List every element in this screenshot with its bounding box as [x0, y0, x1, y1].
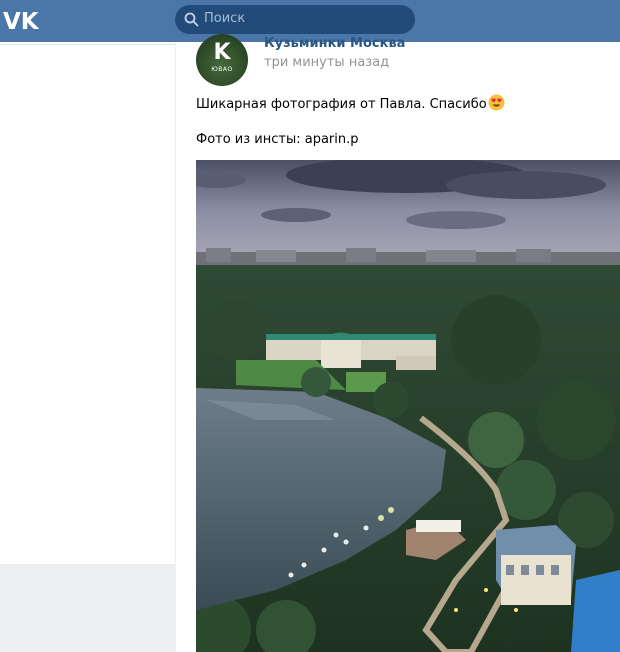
post-photo[interactable] — [196, 160, 620, 652]
search-input[interactable]: Поиск — [175, 5, 415, 34]
left-panel — [0, 42, 176, 652]
search-placeholder: Поиск — [204, 11, 246, 26]
left-panel-content — [0, 42, 175, 564]
wall-post: K ЮВАО Кузьминки Москва три минуты назад… — [176, 34, 620, 652]
post-author-link[interactable]: Кузьминки Москва — [264, 36, 405, 51]
post-text: Шикарная фотография от Павла. Спасибо — [196, 94, 505, 112]
divider — [0, 44, 175, 45]
svg-text:VK: VK — [3, 9, 40, 32]
avatar-letter: K — [213, 40, 231, 65]
heart-eyes-emoji-icon — [488, 94, 505, 111]
avatar-caption: ЮВАО — [211, 66, 233, 73]
aerial-photo-kuzminki-park — [196, 160, 620, 652]
vk-logo[interactable]: VK — [2, 8, 40, 32]
post-time-link[interactable]: три минуты назад — [264, 55, 389, 70]
post-source-text: Фото из инсты: aparin.p — [196, 132, 359, 147]
post-text-line: Шикарная фотография от Павла. Спасибо — [196, 97, 487, 112]
search-icon — [184, 12, 199, 27]
avatar[interactable]: K ЮВАО — [196, 34, 248, 86]
